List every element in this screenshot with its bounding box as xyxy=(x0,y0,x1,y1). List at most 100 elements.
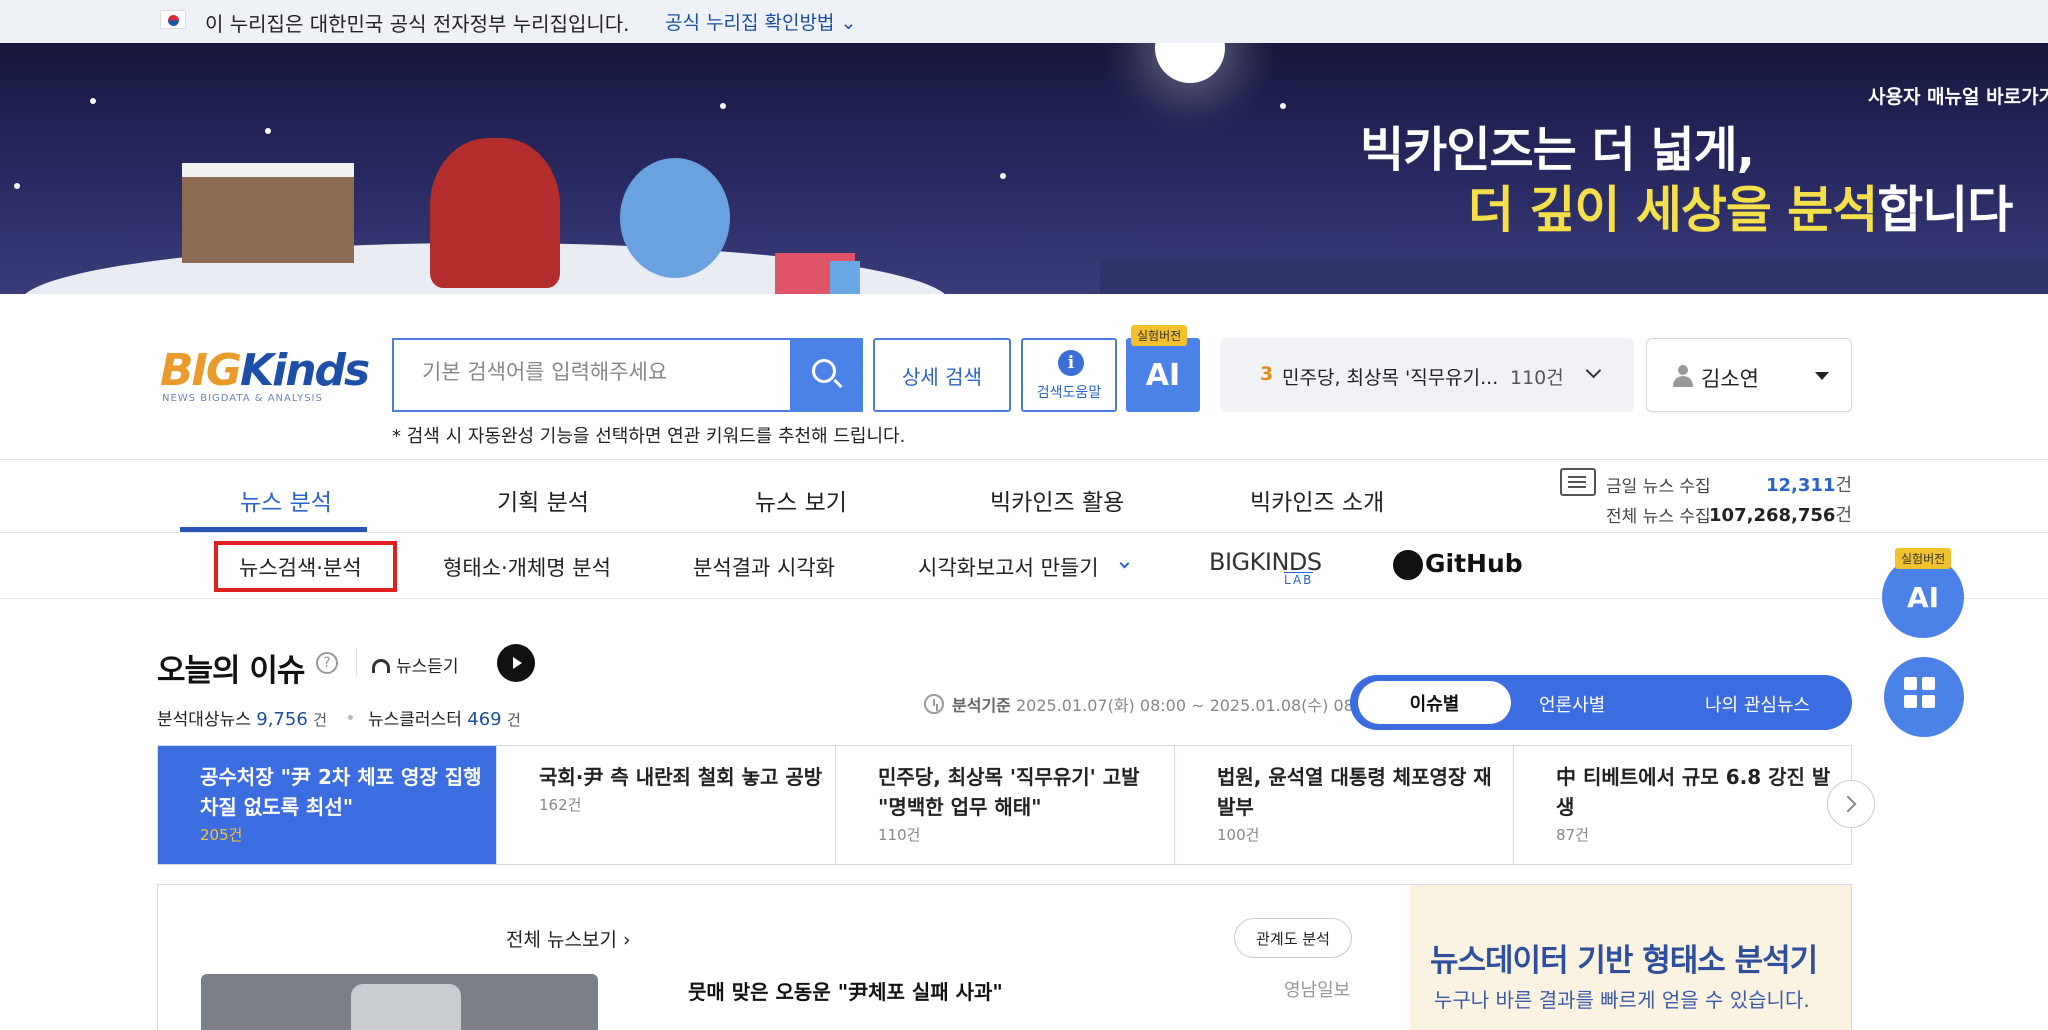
star-decoration xyxy=(720,103,726,109)
search-button[interactable] xyxy=(790,338,863,412)
issue-card-count: 100건 xyxy=(1217,826,1260,844)
santa-illustration xyxy=(430,138,560,288)
issue-card-count: 87건 xyxy=(1556,826,1589,844)
search-help-label: 검색도움말 xyxy=(1036,385,1102,401)
nav-bigkinds-intro[interactable]: 빅카인즈 소개 xyxy=(1250,483,1384,517)
advanced-search-button[interactable]: 상세 검색 xyxy=(873,338,1011,412)
view-all-news-link[interactable]: 전체 뉴스보기 › xyxy=(506,925,631,952)
logo-subtitle: NEWS BIGDATA & ANALYSIS xyxy=(162,393,323,404)
user-name: 김소연 xyxy=(1701,367,1759,391)
nav-bigkinds-use[interactable]: 빅카인즈 활용 xyxy=(990,483,1124,517)
autocomplete-note: * 검색 시 자동완성 기능을 선택하면 연관 키워드를 추천해 드립니다. xyxy=(392,426,906,447)
cluster-stat: 뉴스클러스터 469 건 xyxy=(368,709,521,730)
relation-analysis-button[interactable]: 관계도 분석 xyxy=(1234,918,1352,958)
search-help-button[interactable]: i 검색도움말 xyxy=(1021,338,1117,412)
logo-big-text: BIG xyxy=(160,345,242,396)
divider xyxy=(0,532,2048,533)
star-decoration xyxy=(1000,173,1006,179)
subnav-news-search-analysis[interactable]: 뉴스검색·분석 xyxy=(239,552,362,582)
korea-flag-icon xyxy=(160,10,186,29)
lab-sub-text: LAB xyxy=(1284,572,1314,587)
user-icon xyxy=(1673,365,1693,387)
issue-card-count: 110건 xyxy=(878,826,921,844)
issue-card[interactable]: 공수처장 "尹 2차 체포 영장 집행 차질 없도록 최선" 205건 xyxy=(158,746,497,864)
issue-card[interactable]: 민주당, 최상목 '직무유기' 고발 "명백한 업무 해태" 110건 xyxy=(836,746,1175,864)
user-menu-button[interactable]: 김소연 xyxy=(1646,338,1852,412)
news-stats-icon xyxy=(1560,468,1596,496)
issue-card-count: 162건 xyxy=(539,796,582,814)
chimney-illustration xyxy=(182,163,354,263)
tab-by-press[interactable]: 언론사별 xyxy=(1539,691,1605,717)
info-icon: i xyxy=(1058,350,1084,376)
search-input[interactable] xyxy=(422,360,762,384)
gov-notice-text: 이 누리집은 대한민국 공식 전자정부 누리집입니다. xyxy=(205,12,630,36)
elephant-illustration xyxy=(620,158,730,278)
total-collect-label: 전체 뉴스 수집 xyxy=(1606,507,1711,527)
bigkinds-logo[interactable]: BIGKinds NEWS BIGDATA & ANALYSIS xyxy=(160,345,370,405)
issue-card-list: 공수처장 "尹 2차 체포 영장 집행 차질 없도록 최선" 205건 국회·尹… xyxy=(157,745,1852,865)
next-arrow-button[interactable] xyxy=(1827,780,1875,828)
divider xyxy=(356,648,357,676)
grid-menu-button[interactable] xyxy=(1884,657,1964,737)
listen-news-button[interactable]: 뉴스듣기 xyxy=(372,652,459,677)
news-thumbnail[interactable] xyxy=(201,974,598,1030)
chevron-down-icon xyxy=(1119,558,1130,569)
subnav-morpheme-analysis[interactable]: 형태소·개체명 분석 xyxy=(443,552,611,582)
today-collect-value: 12,311건 xyxy=(1765,475,1852,496)
tab-by-issue[interactable]: 이슈별 xyxy=(1358,681,1511,724)
today-collect-label: 금일 뉴스 수집 xyxy=(1606,477,1711,497)
ai-search-button[interactable]: AI xyxy=(1126,338,1200,412)
subnav-result-visualization[interactable]: 분석결과 시각화 xyxy=(693,552,835,582)
issue-card-title: 법원, 윤석열 대통령 체포영장 재발부 xyxy=(1217,765,1492,819)
user-manual-link[interactable]: 사용자 매뉴얼 바로가기 xyxy=(1868,82,2048,109)
issue-card-title: 민주당, 최상목 '직무유기' 고발 "명백한 업무 해태" xyxy=(878,765,1140,819)
divider xyxy=(0,598,2048,599)
beta-badge: 실험버전 xyxy=(1895,548,1952,569)
beta-badge: 실험버전 xyxy=(1131,325,1188,346)
chevron-down-icon xyxy=(1585,362,1602,379)
clock-icon xyxy=(924,694,944,714)
star-decoration xyxy=(14,183,20,189)
logo-kinds-text: Kinds xyxy=(240,345,370,396)
issue-text: 민주당, 최상목 '직무유기... xyxy=(1282,367,1499,389)
analysis-period: 분석기준 2025.01.07(화) 08:00 ~ 2025.01.08(수)… xyxy=(952,696,1380,715)
nav-news-view[interactable]: 뉴스 보기 xyxy=(755,483,847,517)
caret-down-icon xyxy=(1815,372,1829,380)
trending-issue-dropdown[interactable]: 3 민주당, 최상목 '직무유기... 110건 xyxy=(1220,338,1634,412)
issue-card[interactable]: 中 티베트에서 규모 6.8 강진 발생 87건 xyxy=(1514,746,1853,864)
headphones-icon xyxy=(372,659,390,673)
play-button[interactable] xyxy=(497,644,535,682)
help-icon[interactable]: ? xyxy=(316,652,338,674)
banner-title-line2: 더 깊이 세상을 분석합니다 xyxy=(1468,181,2013,239)
star-decoration xyxy=(90,98,96,104)
issue-card-title: 국회·尹 측 내란죄 철회 놓고 공방 xyxy=(539,765,823,789)
star-decoration xyxy=(1280,103,1286,109)
tab-my-interest[interactable]: 나의 관심뉴스 xyxy=(1705,691,1810,717)
github-icon xyxy=(1393,550,1423,580)
nav-planned-analysis[interactable]: 기획 분석 xyxy=(497,483,589,517)
github-link[interactable]: GitHub xyxy=(1393,549,1523,580)
news-headline[interactable]: 뭇매 맞은 오동운 "尹체포 실패 사과" xyxy=(688,976,1003,1005)
issue-card-title: 中 티베트에서 규모 6.8 강진 발생 xyxy=(1556,765,1831,819)
moon-illustration xyxy=(1155,43,1225,83)
issue-card[interactable]: 법원, 윤석열 대통령 체포영장 재발부 100건 xyxy=(1175,746,1514,864)
gift-illustration xyxy=(830,261,860,294)
nav-news-analysis[interactable]: 뉴스 분석 xyxy=(240,483,332,517)
divider xyxy=(0,459,2048,460)
ad-title: 뉴스데이터 기반 형태소 분석기 xyxy=(1430,943,1818,979)
star-decoration xyxy=(265,128,271,134)
news-press: 영남일보 xyxy=(1284,980,1351,1001)
section-title: 오늘의 이슈 xyxy=(157,653,305,689)
subnav-report-builder[interactable]: 시각화보고서 만들기 xyxy=(918,552,1099,582)
total-collect-value: 107,268,756건 xyxy=(1709,505,1852,526)
issue-card-count: 205건 xyxy=(200,826,243,844)
search-icon xyxy=(812,359,836,383)
issue-card[interactable]: 국회·尹 측 내란죄 철회 놓고 공방 162건 xyxy=(497,746,836,864)
issue-card-title: 공수처장 "尹 2차 체포 영장 집행 차질 없도록 최선" xyxy=(200,765,482,819)
town-illustration xyxy=(1100,258,2048,294)
issue-count: 110건 xyxy=(1510,367,1564,389)
gov-verify-link[interactable]: 공식 누리집 확인방법 ⌄ xyxy=(665,8,856,35)
target-news-stat: 분석대상뉴스 9,756 건 xyxy=(157,709,327,730)
search-box xyxy=(392,338,790,412)
issue-tab-group: 이슈별 언론사별 나의 관심뉴스 xyxy=(1350,675,1852,730)
